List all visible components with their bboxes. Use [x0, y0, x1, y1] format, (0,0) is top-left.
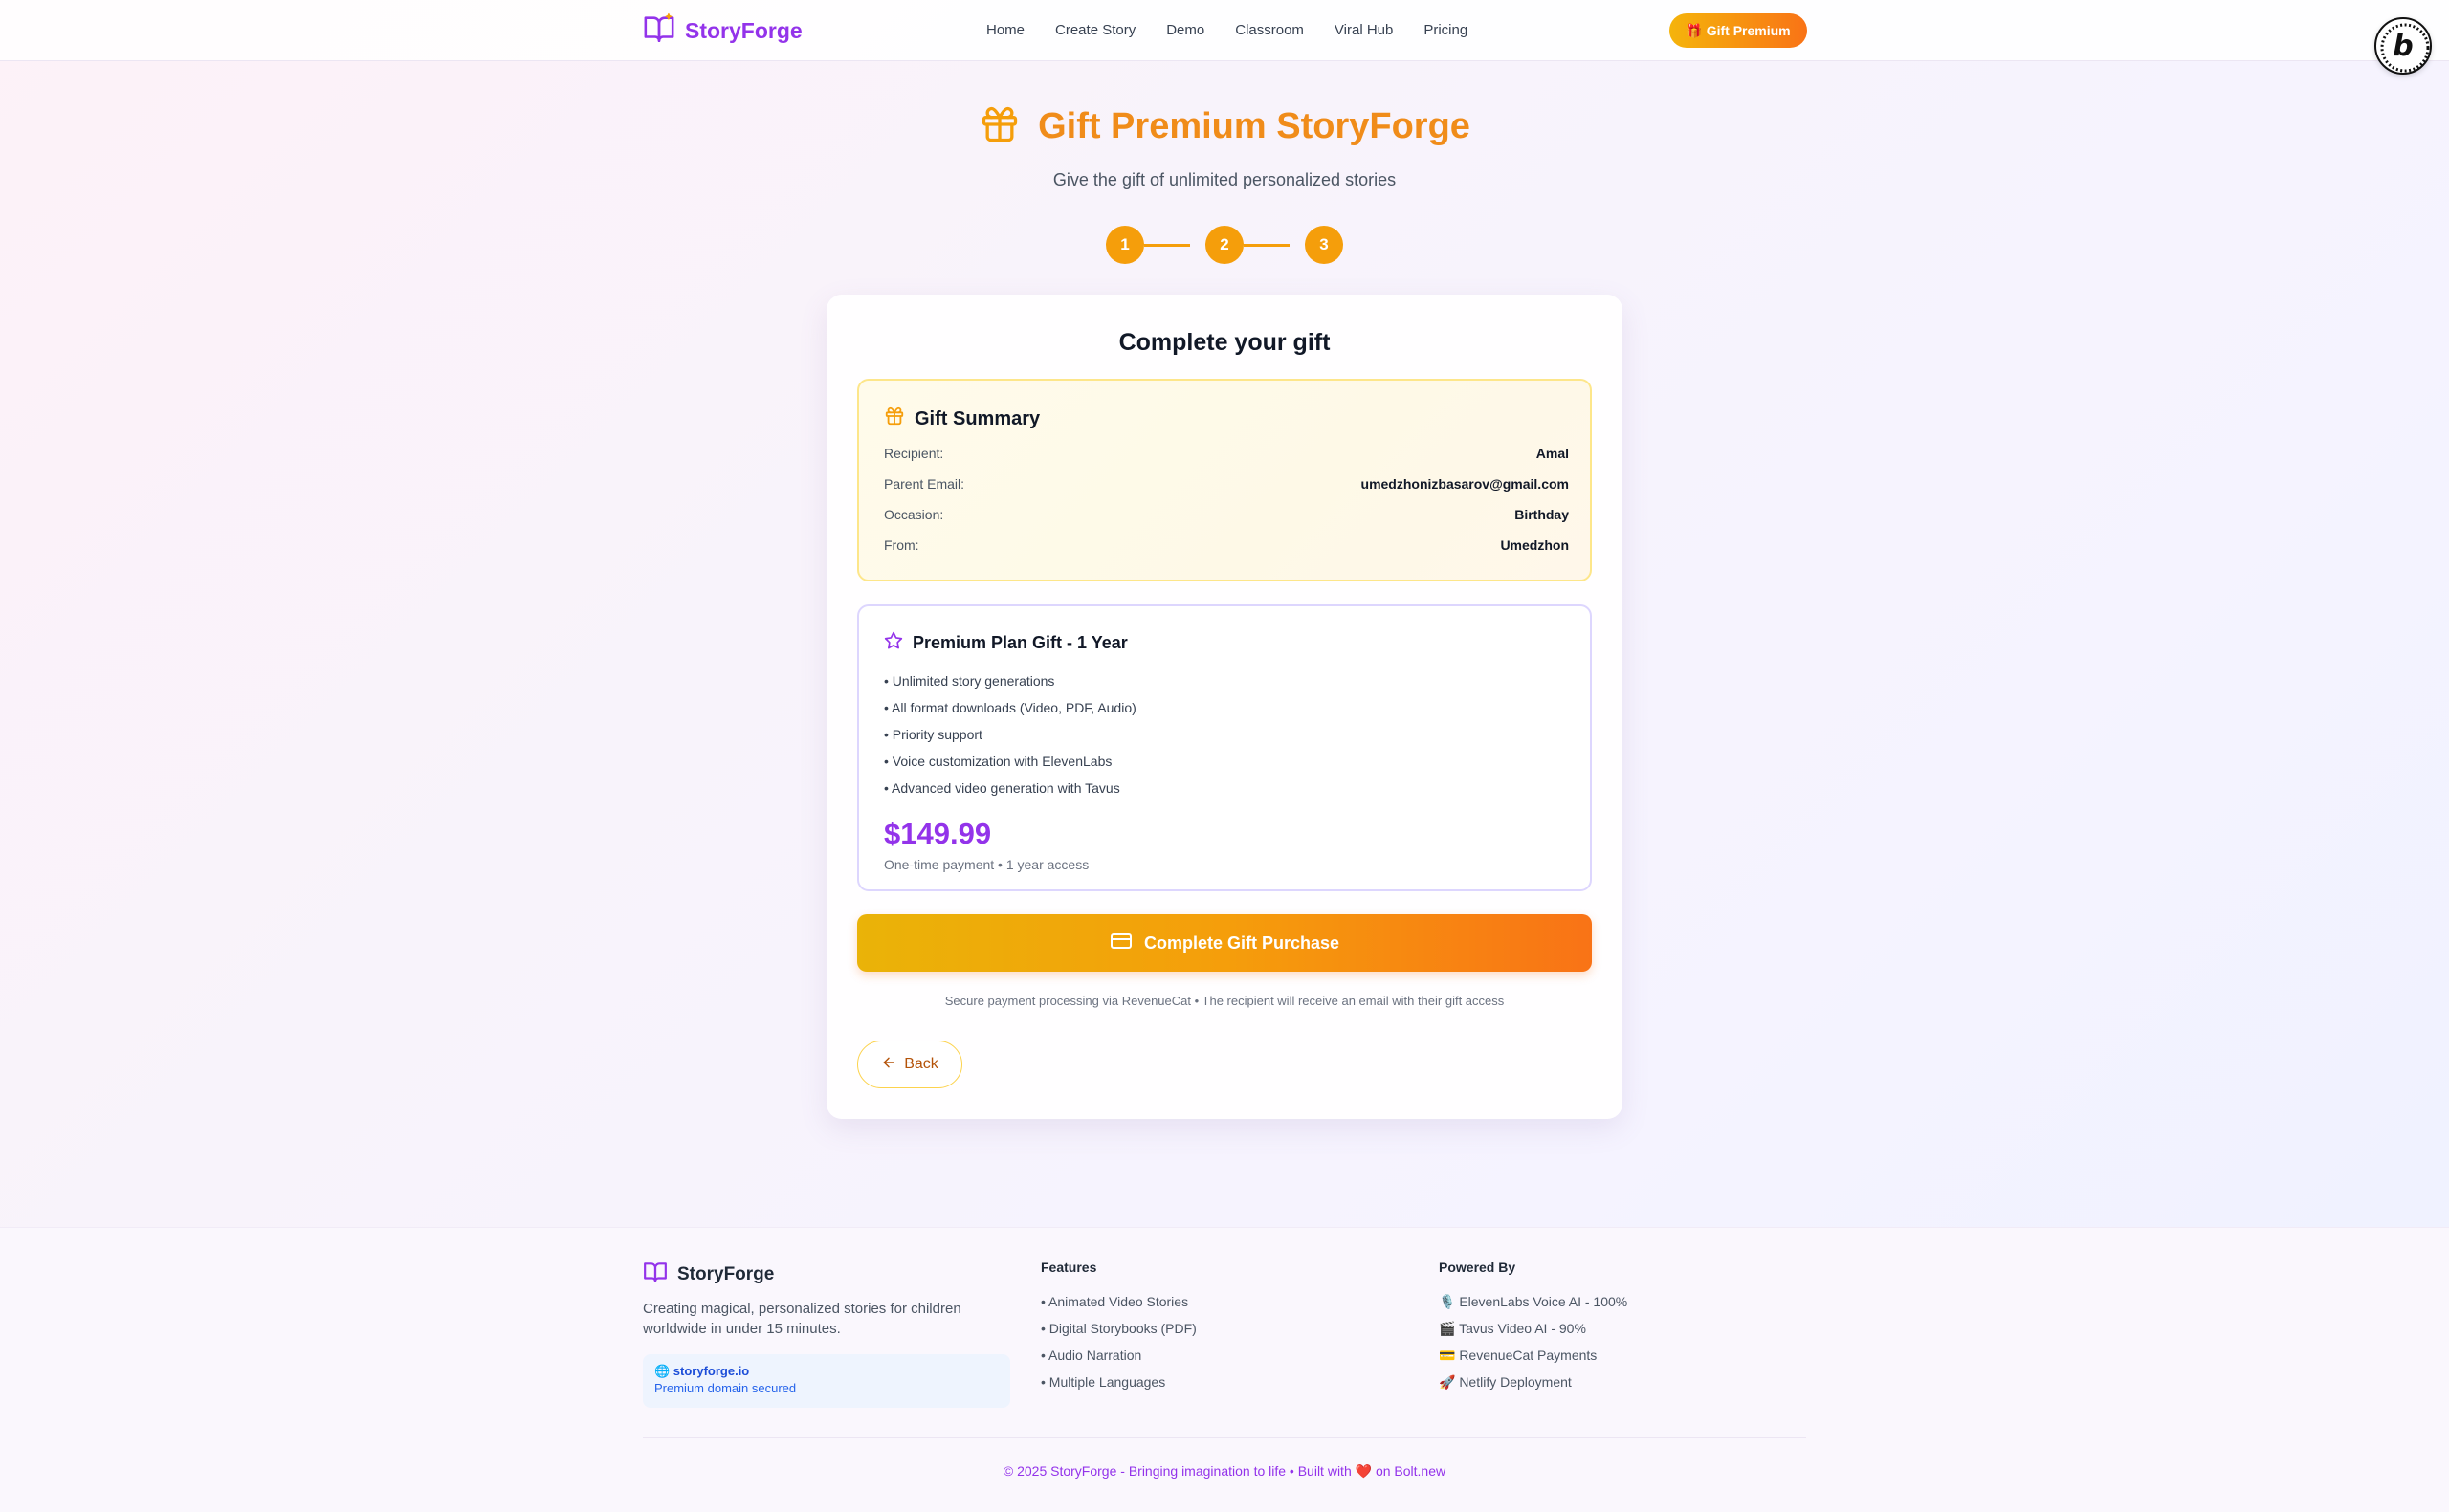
footer-powered-item: 🎬 Tavus Video AI - 90% — [1439, 1321, 1586, 1336]
brand-name: StoryForge — [685, 17, 803, 43]
footer-feature-item: • Digital Storybooks (PDF) — [1041, 1321, 1197, 1336]
bolt-badge[interactable]: b — [2374, 17, 2432, 75]
plan-feature: • Voice customization with ElevenLabs — [884, 754, 1113, 769]
summary-value: umedzhonizbasarov@gmail.com — [1360, 476, 1569, 492]
gift-icon — [979, 103, 1021, 150]
card-title: Complete your gift — [1118, 329, 1331, 356]
footer-powered-item: 💳 RevenueCat Payments — [1439, 1348, 1598, 1363]
nav-home[interactable]: Home — [986, 19, 1025, 42]
credit-card-icon — [1110, 930, 1133, 957]
page-title-row: Gift Premium StoryForge — [0, 103, 2449, 150]
step-connector — [1144, 243, 1190, 247]
back-button[interactable]: Back — [857, 1041, 962, 1088]
footer-powered-item: 🚀 Netlify Deployment — [1439, 1374, 1572, 1390]
footer: StoryForge Creating magical, personalize… — [0, 1227, 2449, 1512]
page-title: Gift Premium StoryForge — [1038, 106, 1470, 146]
plan-feature: • All format downloads (Video, PDF, Audi… — [884, 700, 1136, 715]
footer-brand: StoryForge — [643, 1260, 774, 1290]
gift-icon — [884, 405, 905, 432]
main-nav: Home Create Story Demo Classroom Viral H… — [986, 19, 1498, 42]
summary-row-from: From: Umedzhon — [884, 537, 1569, 553]
star-icon — [884, 631, 903, 655]
step-3: 3 — [1305, 226, 1343, 264]
footer-features-column: Features • Animated Video Stories • Digi… — [1041, 1260, 1197, 1395]
gift-checkout-card: Complete your gift Gift Summary Recipien… — [827, 295, 1622, 1119]
bolt-ring-icon — [2380, 23, 2430, 73]
step-connector — [1244, 243, 1290, 247]
footer-feature-item: • Audio Narration — [1041, 1348, 1142, 1363]
plan-header: Premium Plan Gift - 1 Year — [884, 631, 1128, 655]
step-indicator: 1 2 3 — [1106, 226, 1343, 264]
open-book-icon — [643, 12, 675, 50]
step-1: 1 — [1106, 226, 1144, 264]
nav-create-story[interactable]: Create Story — [1055, 19, 1136, 42]
complete-gift-purchase-button[interactable]: Complete Gift Purchase — [857, 914, 1592, 972]
nav-classroom[interactable]: Classroom — [1235, 19, 1304, 42]
nav-viral-hub[interactable]: Viral Hub — [1335, 19, 1393, 42]
arrow-left-icon — [881, 1055, 896, 1075]
summary-value: Amal — [1535, 446, 1569, 461]
secure-payment-note: Secure payment processing via RevenueCat… — [944, 994, 1505, 1008]
domain-note: Premium domain secured — [654, 1381, 797, 1395]
footer-powered-column: Powered By 🎙️ ElevenLabs Voice AI - 100%… — [1439, 1260, 1627, 1395]
plan-price-note: One-time payment • 1 year access — [884, 857, 1090, 872]
back-button-label: Back — [904, 1056, 938, 1072]
footer-divider — [643, 1437, 1806, 1438]
summary-row-occasion: Occasion: Birthday — [884, 507, 1569, 522]
footer-description: Creating magical, personalized stories f… — [643, 1301, 961, 1337]
footer-powered-heading: Powered By — [1439, 1260, 1516, 1275]
summary-label: Recipient: — [884, 446, 944, 461]
footer-brand-name: StoryForge — [677, 1264, 775, 1284]
footer-features-heading: Features — [1041, 1260, 1097, 1275]
summary-value: Birthday — [1514, 507, 1569, 522]
gift-summary-title: Gift Summary — [915, 407, 1041, 429]
plan-feature: • Priority support — [884, 727, 982, 742]
domain-box: 🌐 storyforge.io Premium domain secured — [643, 1354, 1010, 1408]
purchase-button-label: Complete Gift Purchase — [1143, 932, 1340, 953]
summary-label: From: — [884, 537, 919, 553]
summary-row-parent-email: Parent Email: umedzhonizbasarov@gmail.co… — [884, 476, 1569, 492]
plan-feature: • Advanced video generation with Tavus — [884, 780, 1120, 796]
gift-premium-button[interactable]: 🎁 Gift Premium — [1669, 13, 1807, 48]
open-book-icon — [643, 1260, 668, 1290]
plan-price: $149.99 — [884, 817, 992, 850]
footer-feature-item: • Multiple Languages — [1041, 1374, 1166, 1390]
summary-row-recipient: Recipient: Amal — [884, 446, 1569, 461]
gift-summary-header: Gift Summary — [884, 405, 1040, 432]
footer-powered-item: 🎙️ ElevenLabs Voice AI - 100% — [1439, 1294, 1628, 1309]
premium-plan-panel: Premium Plan Gift - 1 Year • Unlimited s… — [857, 604, 1592, 891]
footer-feature-item: • Animated Video Stories — [1041, 1294, 1189, 1309]
nav-pricing[interactable]: Pricing — [1423, 19, 1467, 42]
nav-demo[interactable]: Demo — [1166, 19, 1204, 42]
summary-label: Occasion: — [884, 507, 944, 522]
plan-title: Premium Plan Gift - 1 Year — [913, 633, 1128, 652]
summary-label: Parent Email: — [884, 476, 965, 492]
summary-value: Umedzhon — [1500, 537, 1569, 553]
plan-feature: • Unlimited story generations — [884, 673, 1055, 689]
top-nav-bar: StoryForge Home Create Story Demo Classr… — [0, 0, 2449, 61]
domain-link[interactable]: 🌐 storyforge.io — [654, 1364, 999, 1379]
step-2: 2 — [1205, 226, 1244, 264]
brand-logo[interactable]: StoryForge — [643, 12, 803, 50]
footer-copyright: © 2025 StoryForge - Bringing imagination… — [1003, 1463, 1446, 1479]
gift-summary-panel: Gift Summary Recipient: Amal Parent Emai… — [857, 379, 1592, 581]
page-subtitle: Give the gift of unlimited personalized … — [1052, 170, 1397, 189]
